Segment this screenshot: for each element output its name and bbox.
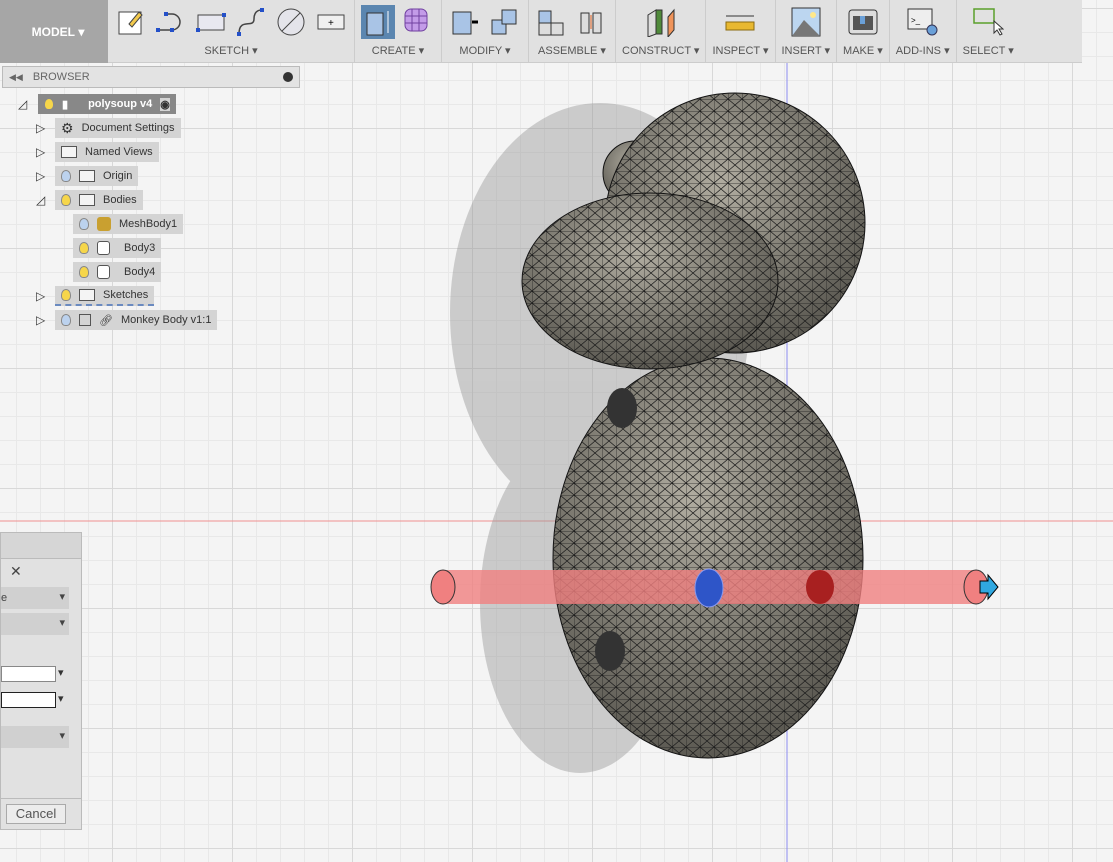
measure-icon[interactable] bbox=[723, 5, 757, 39]
folder-icon bbox=[79, 194, 95, 206]
expand-toggle[interactable]: ▷ bbox=[36, 145, 48, 159]
construct-menu[interactable]: CONSTRUCT ▾ bbox=[622, 44, 699, 60]
assemble-group: ASSEMBLE ▾ bbox=[529, 0, 616, 62]
addins-menu[interactable]: ADD-INS ▾ bbox=[896, 44, 950, 60]
close-icon[interactable]: ✕ bbox=[10, 563, 22, 580]
visibility-bulb-icon[interactable] bbox=[61, 170, 71, 182]
insert-menu[interactable]: INSERT ▾ bbox=[782, 44, 831, 60]
tree-item-document-settings[interactable]: ⚙ Document Settings bbox=[55, 118, 181, 138]
tree-item-sketches[interactable]: Sketches bbox=[55, 286, 155, 306]
circle-icon[interactable] bbox=[274, 5, 308, 39]
tree-item-named-views[interactable]: Named Views bbox=[55, 142, 159, 162]
assemble-menu[interactable]: ASSEMBLE ▾ bbox=[538, 44, 606, 60]
sketch-group: + SKETCH ▾ bbox=[108, 0, 355, 62]
combine-icon[interactable] bbox=[488, 5, 522, 39]
value-input-2[interactable] bbox=[1, 692, 56, 708]
create-group: CREATE ▾ bbox=[355, 0, 442, 62]
visibility-bulb-icon[interactable] bbox=[61, 194, 71, 206]
gear-icon: ⚙ bbox=[61, 119, 74, 136]
folder-icon bbox=[79, 289, 95, 301]
link-icon: 🔗︎ bbox=[99, 314, 113, 327]
extrude-icon[interactable] bbox=[361, 5, 395, 39]
operation-dropdown[interactable] bbox=[1, 726, 69, 748]
tree-item-origin[interactable]: Origin bbox=[55, 166, 139, 186]
cancel-button[interactable]: Cancel bbox=[6, 804, 66, 824]
toolbar: MODEL ▾ + SKETCH ▾ CREATE ▾ MODIFY ▾ ASS bbox=[0, 0, 1082, 63]
select-icon[interactable] bbox=[971, 5, 1005, 39]
expand-toggle[interactable]: ▷ bbox=[36, 313, 48, 327]
expand-toggle[interactable]: ▷ bbox=[36, 169, 48, 183]
arc-icon[interactable] bbox=[154, 5, 188, 39]
folder-icon bbox=[79, 170, 95, 182]
type-dropdown[interactable]: e bbox=[1, 587, 69, 609]
workspace-switcher[interactable]: MODEL ▾ bbox=[0, 0, 108, 63]
3d-print-icon[interactable] bbox=[846, 5, 880, 39]
image-icon[interactable] bbox=[789, 5, 823, 39]
command-dialog: ✕ e ▾ ▾ Cancel bbox=[0, 532, 82, 830]
plane-icon[interactable] bbox=[644, 5, 678, 39]
chevron-down-icon[interactable]: ▾ bbox=[58, 692, 64, 705]
body-icon bbox=[97, 265, 110, 279]
visibility-bulb-icon[interactable] bbox=[61, 289, 71, 301]
visibility-bulb-icon[interactable] bbox=[79, 266, 89, 278]
point-icon[interactable]: + bbox=[314, 5, 348, 39]
body-icon bbox=[97, 241, 110, 255]
rectangle-icon[interactable] bbox=[194, 5, 228, 39]
modify-group: MODIFY ▾ bbox=[442, 0, 529, 62]
addins-group: >_ ADD-INS ▾ bbox=[890, 0, 957, 62]
expand-toggle[interactable]: ▷ bbox=[36, 121, 48, 135]
svg-text:+: + bbox=[328, 18, 334, 29]
tree-item-body3[interactable]: Body3 bbox=[73, 238, 162, 258]
select-menu[interactable]: SELECT ▾ bbox=[963, 44, 1014, 60]
tree-root-polysoup[interactable]: ▮ polysoup v4 ◉ bbox=[38, 94, 176, 114]
manipulator-point bbox=[694, 568, 724, 608]
tree-item-monkey-body[interactable]: 🔗︎ Monkey Body v1:1 bbox=[55, 310, 218, 330]
svg-text:>_: >_ bbox=[911, 16, 921, 25]
component-icon bbox=[79, 314, 91, 326]
visibility-bulb-icon[interactable] bbox=[79, 218, 89, 230]
sketch-menu[interactable]: SKETCH ▾ bbox=[204, 44, 257, 60]
scripts-icon[interactable]: >_ bbox=[906, 5, 940, 39]
chevron-down-icon[interactable]: ▾ bbox=[58, 666, 64, 679]
select-group: SELECT ▾ bbox=[957, 0, 1020, 62]
form-icon[interactable] bbox=[401, 5, 435, 39]
folder-icon bbox=[61, 146, 77, 158]
collapse-toggle[interactable]: ◿ bbox=[36, 193, 48, 207]
mesh-icon bbox=[97, 217, 111, 231]
make-menu[interactable]: MAKE ▾ bbox=[843, 44, 883, 60]
create-menu[interactable]: CREATE ▾ bbox=[372, 44, 424, 60]
construct-group: CONSTRUCT ▾ bbox=[616, 0, 707, 62]
inspect-menu[interactable]: INSPECT ▾ bbox=[712, 44, 768, 60]
visibility-bulb-icon[interactable] bbox=[79, 242, 89, 254]
visibility-bulb-icon[interactable] bbox=[44, 98, 54, 110]
tree-item-meshbody1[interactable]: MeshBody1 bbox=[73, 214, 184, 234]
activate-radio-icon[interactable]: ◉ bbox=[160, 97, 170, 111]
make-group: MAKE ▾ bbox=[837, 0, 890, 62]
value-input-1[interactable] bbox=[1, 666, 56, 682]
visibility-bulb-icon[interactable] bbox=[61, 314, 71, 326]
insert-group: INSERT ▾ bbox=[776, 0, 838, 62]
inspect-group: INSPECT ▾ bbox=[706, 0, 776, 62]
collapse-toggle[interactable]: ◿ bbox=[18, 97, 30, 111]
new-component-icon[interactable] bbox=[535, 5, 569, 39]
create-sketch-icon[interactable] bbox=[114, 5, 148, 39]
press-pull-icon[interactable] bbox=[448, 5, 482, 39]
tree-item-bodies[interactable]: Bodies bbox=[55, 190, 143, 210]
modify-menu[interactable]: MODIFY ▾ bbox=[459, 44, 510, 60]
expand-toggle[interactable]: ▷ bbox=[36, 289, 48, 303]
option-dropdown[interactable] bbox=[1, 613, 69, 635]
viewport-canvas[interactable] bbox=[0, 63, 1113, 862]
component-icon: ▮ bbox=[62, 98, 69, 111]
joint-icon[interactable] bbox=[575, 5, 609, 39]
tree-item-body4[interactable]: Body4 bbox=[73, 262, 162, 282]
spline-icon[interactable] bbox=[234, 5, 268, 39]
